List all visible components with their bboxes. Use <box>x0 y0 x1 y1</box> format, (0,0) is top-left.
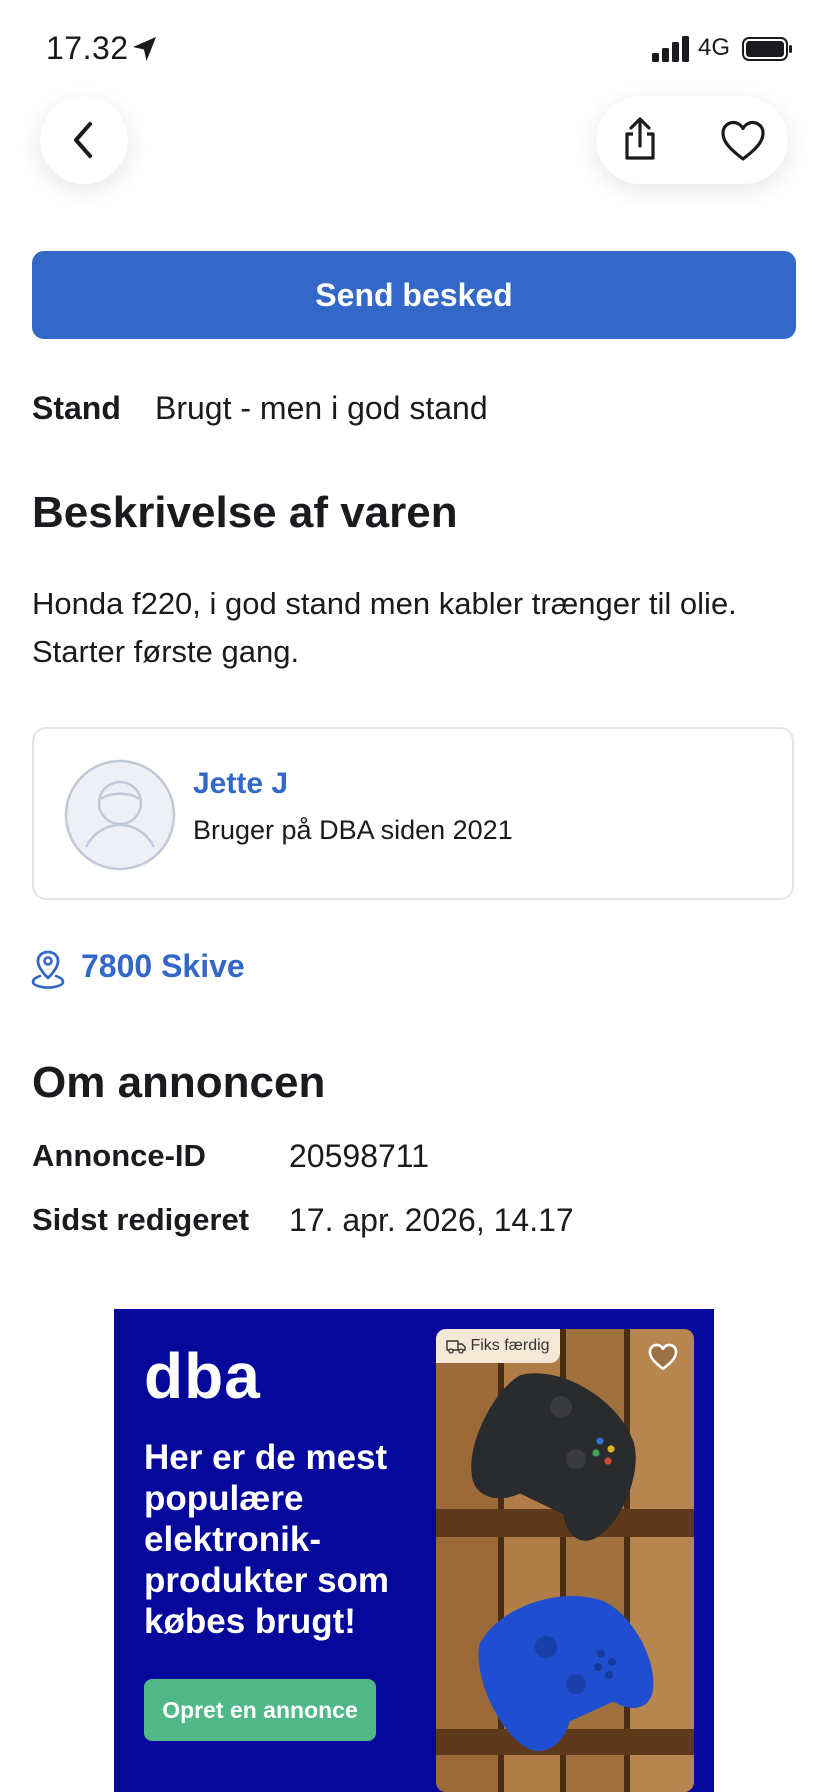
share-icon[interactable] <box>620 116 660 162</box>
favorite-heart-icon[interactable] <box>720 120 766 162</box>
location-arrow-icon <box>133 37 156 61</box>
last-edited-label: Sidst redigeret <box>32 1202 250 1237</box>
description-heading: Beskrivelse af varen <box>32 488 458 537</box>
ad-favorite-heart-icon[interactable] <box>648 1343 678 1371</box>
seller-member-since: Bruger på DBA siden 2021 <box>193 815 513 845</box>
ad-product-image: Fiks færdig <box>436 1329 694 1792</box>
status-time: 17.32 <box>46 30 129 66</box>
location-link[interactable]: 7800 Skive <box>81 948 245 985</box>
signal-icon <box>652 36 689 62</box>
listing-id-value: 20598711 <box>289 1138 429 1174</box>
create-listing-button[interactable]: Opret en annonce <box>144 1679 376 1741</box>
description-text: Honda f220, i god stand men kabler træng… <box>32 586 737 669</box>
dba-logo: dba <box>144 1340 261 1412</box>
user-avatar-icon <box>64 759 176 871</box>
fiks-faerdig-tag: Fiks færdig <box>436 1329 560 1363</box>
ad-headline: Her er de mest populære elektronik-produ… <box>144 1438 390 1641</box>
ad-tag-label: Fiks færdig <box>470 1337 550 1354</box>
delivery-truck-icon <box>446 1340 466 1354</box>
location-pin-icon <box>31 950 65 989</box>
listing-id-label: Annonce-ID <box>32 1138 206 1173</box>
condition-value: Brugt - men i god stand <box>155 390 488 426</box>
header-actions <box>596 96 788 184</box>
battery-icon <box>742 37 792 61</box>
last-edited-value: 17. apr. 2026, 14.17 <box>289 1202 574 1238</box>
send-message-button[interactable]: Send besked <box>32 251 796 339</box>
chevron-left-icon <box>74 122 92 158</box>
seller-name[interactable]: Jette J <box>193 767 288 801</box>
seller-card[interactable]: Jette J Bruger på DBA siden 2021 <box>32 727 794 900</box>
network-type: 4G <box>698 34 731 61</box>
controllers-illustration <box>436 1329 694 1792</box>
back-button[interactable] <box>40 96 128 184</box>
status-bar: 17.32 4G <box>0 0 828 100</box>
about-heading: Om annoncen <box>32 1058 326 1107</box>
ad-banner[interactable]: dba Her er de mest populære elektronik-p… <box>114 1309 714 1792</box>
condition-label: Stand <box>32 390 121 426</box>
